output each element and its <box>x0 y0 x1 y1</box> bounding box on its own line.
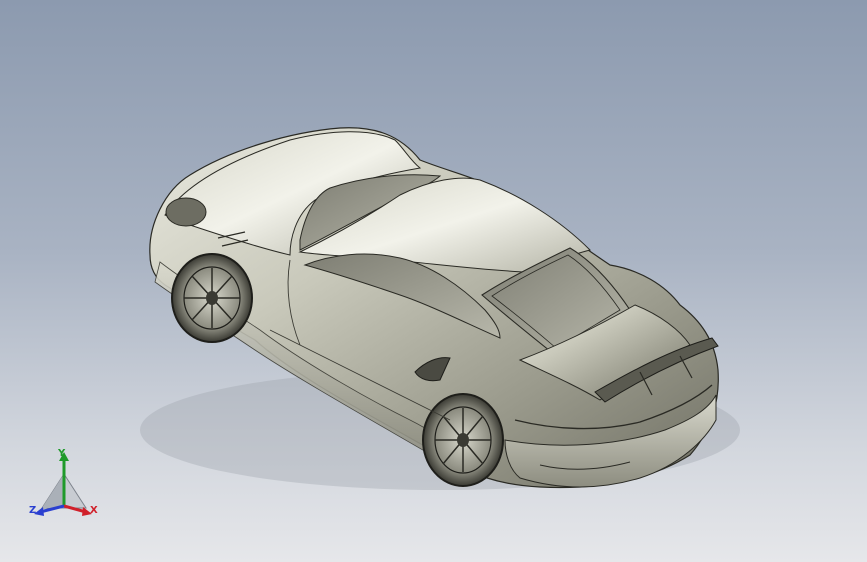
graphics-viewport[interactable]: Y X Z <box>0 0 867 562</box>
axis-z-label: Z <box>29 505 37 516</box>
axis-y-label: Y <box>58 448 66 459</box>
headlight <box>165 197 207 227</box>
rear-wheel <box>422 393 504 487</box>
car-model[interactable] <box>0 0 867 562</box>
axis-x-label: X <box>90 505 98 516</box>
front-wheel <box>171 253 253 343</box>
